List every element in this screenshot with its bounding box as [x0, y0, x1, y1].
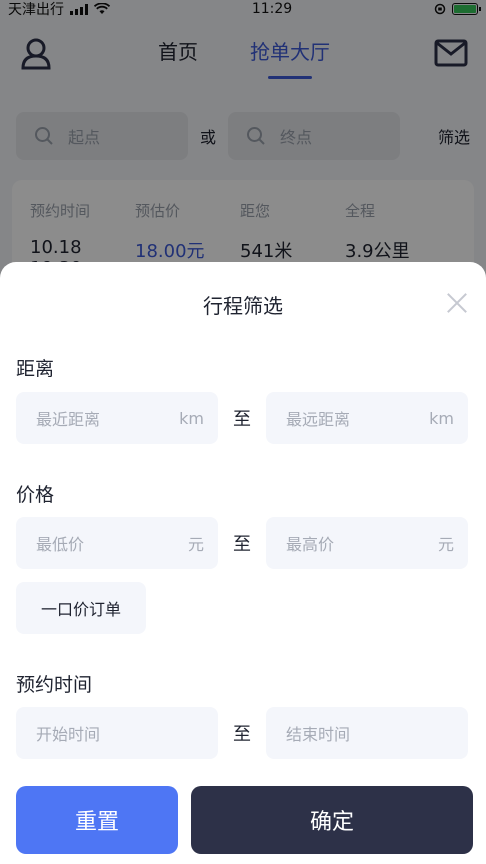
min-distance-input[interactable]: 最近距离 km — [16, 392, 218, 444]
to-label: 至 — [233, 409, 251, 430]
max-distance-input[interactable]: 最远距离 km — [266, 392, 468, 444]
distance-label: 距离 — [16, 358, 55, 380]
max-price-placeholder: 最高价 — [286, 535, 335, 554]
unit-label: 元 — [437, 535, 454, 554]
start-time-input[interactable]: 开始时间 — [16, 707, 218, 759]
filter-sheet: 行程筛选 距离 最近距离 km 至 最远距离 km 价格 最低价 元 至 最高价… — [0, 262, 486, 864]
to-label: 至 — [233, 534, 251, 555]
min-price-placeholder: 最低价 — [36, 535, 85, 554]
max-distance-placeholder: 最远距离 — [286, 410, 351, 429]
min-distance-placeholder: 最近距离 — [36, 410, 101, 429]
price-label: 价格 — [16, 484, 55, 506]
time-label: 预约时间 — [16, 674, 93, 696]
max-price-input[interactable]: 最高价 元 — [266, 517, 468, 569]
close-icon[interactable] — [444, 290, 470, 316]
confirm-button[interactable]: 确定 — [191, 786, 473, 854]
price-row: 最低价 元 至 最高价 元 — [16, 517, 468, 569]
end-time-placeholder: 结束时间 — [286, 725, 351, 744]
unit-label: km — [179, 408, 204, 428]
to-label: 至 — [233, 724, 251, 745]
end-time-input[interactable]: 结束时间 — [266, 707, 468, 759]
reset-button[interactable]: 重置 — [16, 786, 178, 854]
unit-label: 元 — [187, 535, 204, 554]
time-row: 开始时间 至 结束时间 — [16, 707, 468, 759]
fixed-price-chip[interactable]: 一口价订单 — [16, 582, 146, 634]
min-price-input[interactable]: 最低价 元 — [16, 517, 218, 569]
unit-label: km — [429, 408, 454, 428]
start-time-placeholder: 开始时间 — [36, 725, 101, 744]
sheet-title: 行程筛选 — [203, 294, 283, 318]
distance-row: 最近距离 km 至 最远距离 km — [16, 392, 468, 444]
